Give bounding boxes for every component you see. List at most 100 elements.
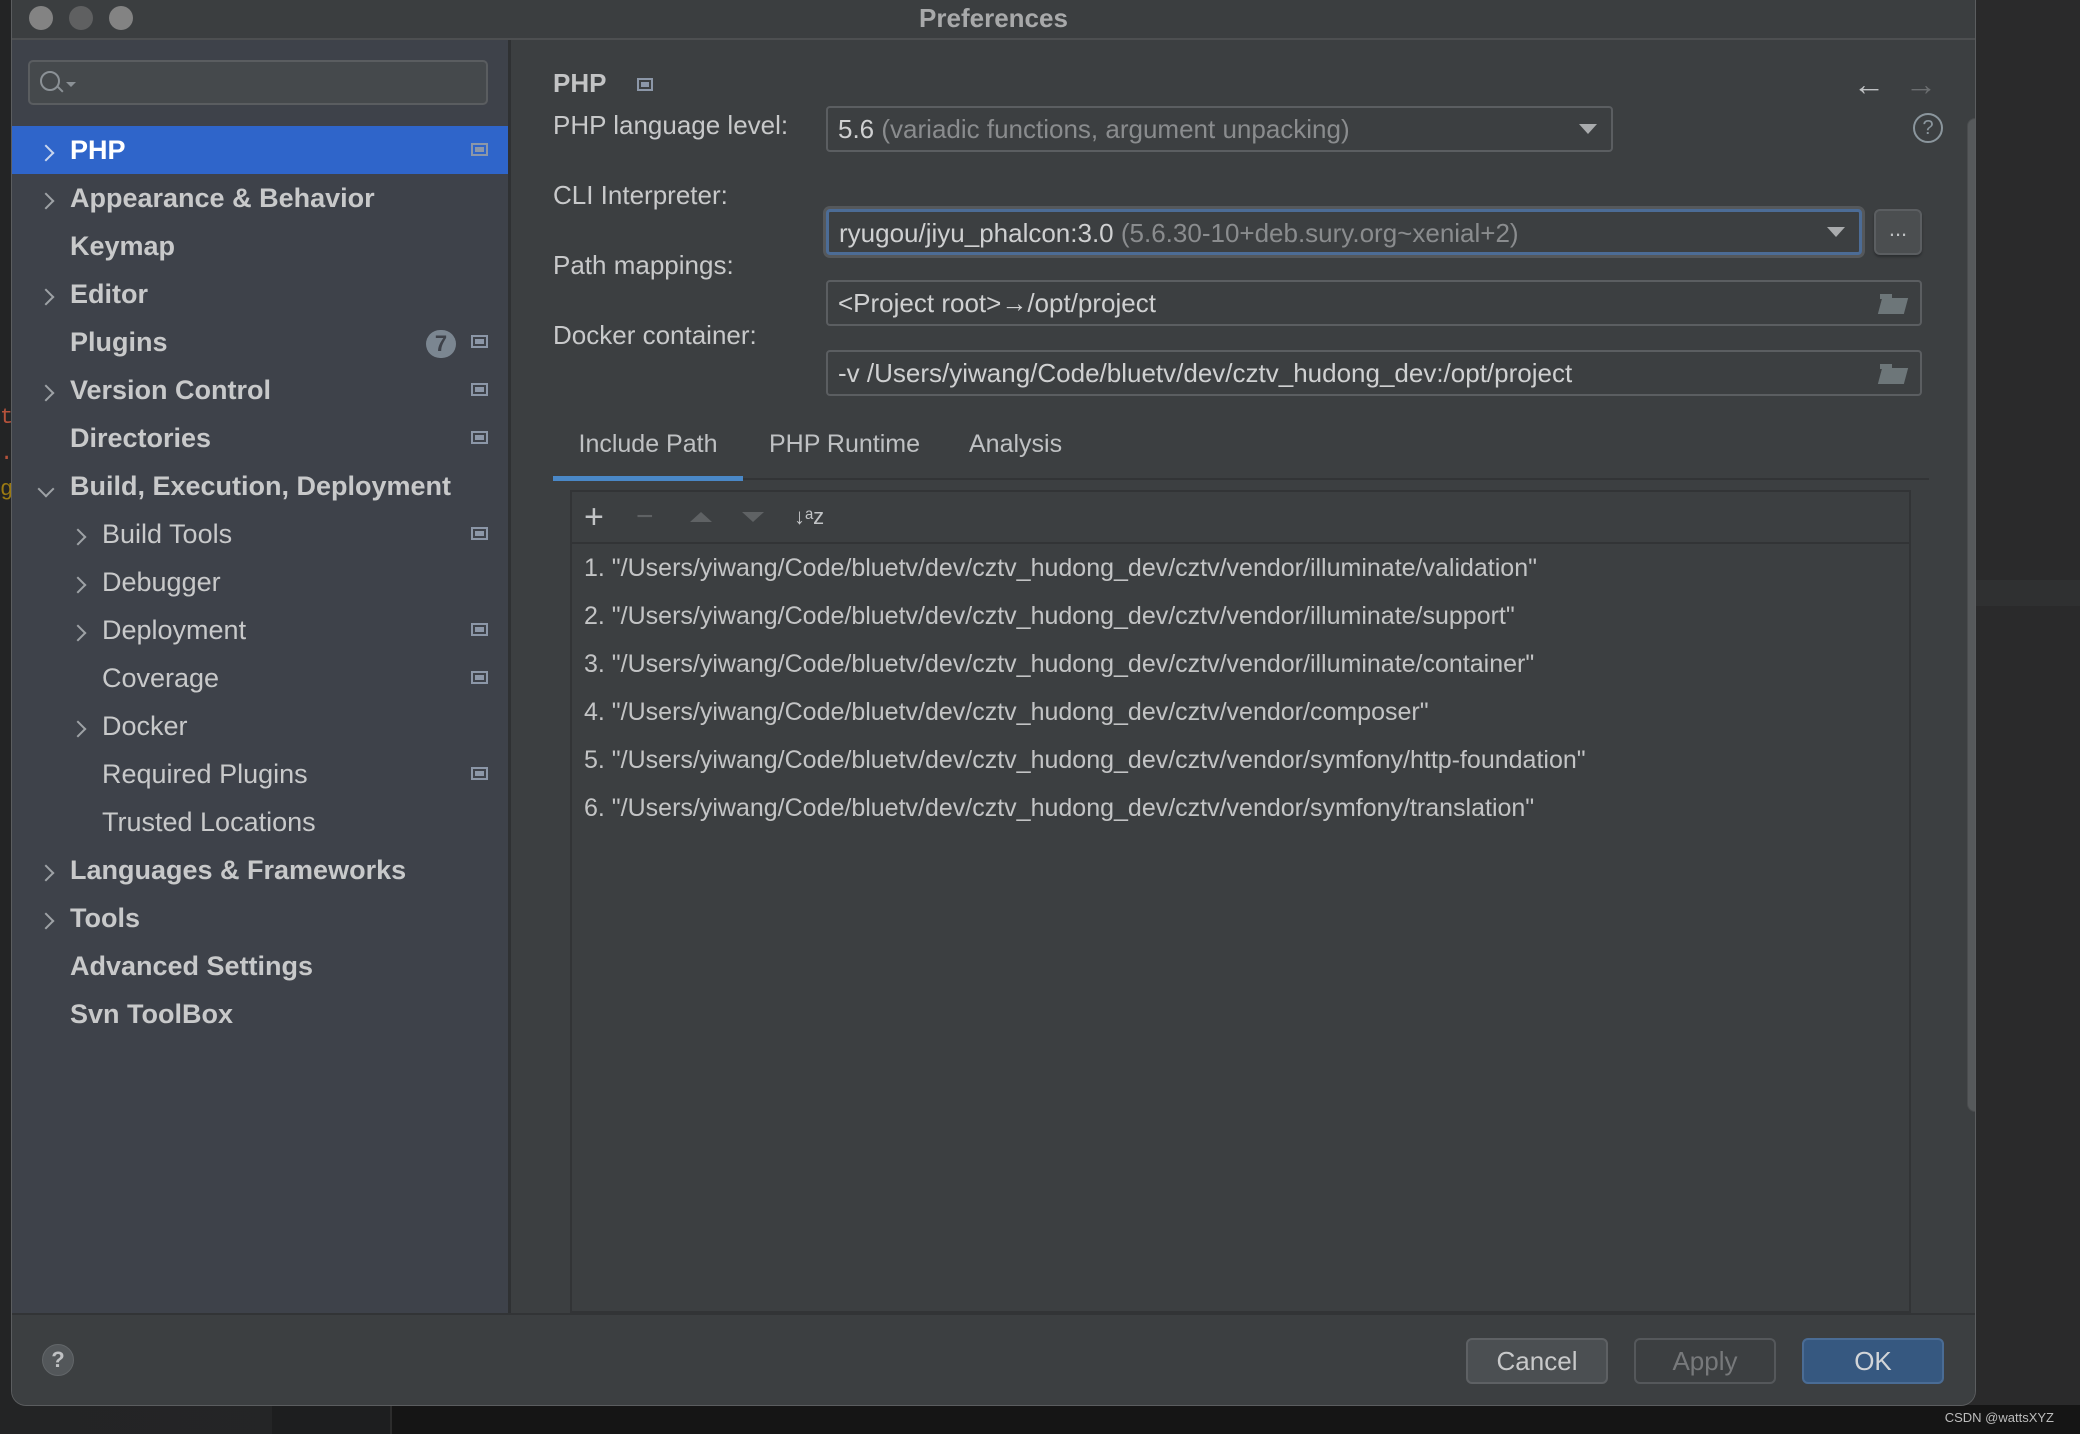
folder-icon[interactable] bbox=[1880, 294, 1908, 314]
tab-include-path[interactable]: Include Path bbox=[553, 422, 743, 481]
apply-button[interactable]: Apply bbox=[1634, 1338, 1776, 1384]
sidebar-item-label: Directories bbox=[70, 423, 212, 453]
language-level-hint: (variadic functions, argument unpacking) bbox=[881, 114, 1350, 144]
include-path-item[interactable]: 4. "/Users/yiwang/Code/bluetv/dev/cztv_h… bbox=[572, 688, 1909, 736]
help-button[interactable]: ? bbox=[42, 1344, 74, 1376]
sidebar-item[interactable]: Required Plugins bbox=[12, 750, 508, 798]
sidebar-item[interactable]: Appearance & Behavior bbox=[12, 174, 508, 222]
chevron-down-icon[interactable] bbox=[34, 462, 58, 510]
preferences-dialog: Preferences PHP Appearance & Behavior Keym… bbox=[12, 0, 1975, 1405]
path-mappings-field[interactable]: <Project root>→/opt/project bbox=[826, 280, 1922, 326]
folder-icon[interactable] bbox=[1880, 364, 1908, 384]
help-icon[interactable]: ? bbox=[1913, 113, 1943, 143]
background-editor-line-highlight bbox=[1975, 580, 2080, 606]
path-mappings-value: <Project root>→/opt/project bbox=[838, 288, 1156, 318]
sidebar-item-label: Deployment bbox=[102, 615, 247, 645]
vertical-scrollbar[interactable] bbox=[1967, 118, 1975, 1112]
settings-sidebar: PHP Appearance & Behavior Keymap Editor Plug… bbox=[12, 40, 511, 1313]
chevron-right-icon[interactable] bbox=[34, 894, 58, 942]
sidebar-item[interactable]: Editor bbox=[12, 270, 508, 318]
project-level-icon bbox=[637, 78, 653, 91]
tab-analysis[interactable]: Analysis bbox=[969, 422, 1062, 476]
sidebar-item[interactable]: Directories bbox=[12, 414, 508, 462]
chevron-right-icon[interactable] bbox=[34, 174, 58, 222]
dialog-footer: ? Cancel Apply OK bbox=[12, 1313, 1975, 1405]
cli-interpreter-select[interactable]: ryugou/jiyu_phalcon:3.0 (5.6.30-10+deb.s… bbox=[826, 209, 1862, 255]
forward-arrow-icon[interactable]: → bbox=[1905, 66, 1937, 103]
docker-container-value: -v /Users/yiwang/Code/bluetv/dev/cztv_hu… bbox=[838, 358, 1573, 388]
move-up-icon[interactable] bbox=[690, 512, 712, 522]
ok-button[interactable]: OK bbox=[1802, 1338, 1944, 1384]
chevron-right-icon[interactable] bbox=[66, 510, 90, 558]
language-level-select[interactable]: 5.6 (variadic functions, argument unpack… bbox=[826, 106, 1613, 152]
include-path-item[interactable]: 5. "/Users/yiwang/Code/bluetv/dev/cztv_h… bbox=[572, 736, 1909, 784]
sidebar-item-label: PHP bbox=[70, 135, 126, 165]
docker-container-label: Docker container: bbox=[553, 320, 757, 350]
path-mappings-label: Path mappings: bbox=[553, 250, 734, 280]
sidebar-item[interactable]: Docker bbox=[12, 702, 508, 750]
chevron-right-icon[interactable] bbox=[66, 558, 90, 606]
watermark: CSDN @wattsXYZ bbox=[1944, 1410, 2054, 1425]
sidebar-item-label: Languages & Frameworks bbox=[70, 855, 407, 885]
project-level-icon bbox=[471, 335, 488, 348]
remove-icon[interactable]: − bbox=[636, 500, 654, 534]
chevron-right-icon[interactable] bbox=[66, 606, 90, 654]
sidebar-item-label: Coverage bbox=[102, 663, 220, 693]
chevron-right-icon[interactable] bbox=[34, 366, 58, 414]
move-down-icon[interactable] bbox=[742, 512, 764, 522]
sidebar-item[interactable]: Languages & Frameworks bbox=[12, 846, 508, 894]
include-path-item[interactable]: 2. "/Users/yiwang/Code/bluetv/dev/cztv_h… bbox=[572, 592, 1909, 640]
include-path-item[interactable]: 1. "/Users/yiwang/Code/bluetv/dev/cztv_h… bbox=[572, 544, 1909, 592]
sidebar-item-label: Debugger bbox=[102, 567, 221, 597]
sidebar-item-label: Trusted Locations bbox=[102, 807, 316, 837]
background-editor-bottom bbox=[272, 1405, 2080, 1434]
sidebar-item[interactable]: Svn ToolBox bbox=[12, 990, 508, 1038]
sidebar-item[interactable]: Debugger bbox=[12, 558, 508, 606]
chevron-right-icon[interactable] bbox=[34, 846, 58, 894]
sidebar-item[interactable]: Trusted Locations bbox=[12, 798, 508, 846]
sidebar-item[interactable]: Keymap bbox=[12, 222, 508, 270]
cli-interpreter-hint: (5.6.30-10+deb.sury.org~xenial+2) bbox=[1120, 218, 1519, 248]
search-history-dropdown-icon[interactable] bbox=[66, 82, 76, 87]
chevron-right-icon[interactable] bbox=[34, 126, 58, 174]
tab-php-runtime[interactable]: PHP Runtime bbox=[769, 422, 920, 476]
sidebar-item-label: Tools bbox=[70, 903, 140, 933]
interpreter-more-button[interactable]: ... bbox=[1874, 209, 1922, 255]
sidebar-item-label: Build, Execution, Deployment bbox=[70, 471, 452, 501]
cancel-button[interactable]: Cancel bbox=[1466, 1338, 1608, 1384]
chevron-right-icon[interactable] bbox=[34, 270, 58, 318]
settings-search-input[interactable] bbox=[28, 60, 488, 105]
docker-container-field[interactable]: -v /Users/yiwang/Code/bluetv/dev/cztv_hu… bbox=[826, 350, 1922, 396]
add-icon[interactable]: + bbox=[584, 500, 604, 534]
sort-alphabetically-icon[interactable]: ↓ᵃz bbox=[794, 500, 824, 534]
sidebar-item-label: Required Plugins bbox=[102, 759, 308, 789]
include-path-toolbar: + − ↓ᵃz bbox=[572, 492, 1909, 544]
language-level-label: PHP language level: bbox=[553, 110, 789, 140]
sidebar-item[interactable]: Plugins 7 bbox=[12, 318, 508, 366]
sidebar-item-label: Svn ToolBox bbox=[70, 999, 234, 1029]
sidebar-item[interactable]: PHP bbox=[12, 126, 508, 174]
sidebar-item[interactable]: Version Control bbox=[12, 366, 508, 414]
sidebar-item-label: Advanced Settings bbox=[70, 951, 314, 981]
project-level-icon bbox=[471, 143, 488, 156]
cli-interpreter-value: ryugou/jiyu_phalcon:3.0 bbox=[839, 218, 1114, 248]
php-settings-panel: PHP ← → PHP language level: 5.6 (variadi… bbox=[511, 40, 1975, 1313]
title-bar: Preferences bbox=[12, 0, 1975, 40]
cli-interpreter-label: CLI Interpreter: bbox=[553, 180, 728, 210]
sidebar-item[interactable]: Tools bbox=[12, 894, 508, 942]
search-icon bbox=[40, 71, 60, 91]
sidebar-item-label: Plugins bbox=[70, 327, 168, 357]
include-path-item[interactable]: 6. "/Users/yiwang/Code/bluetv/dev/cztv_h… bbox=[572, 784, 1909, 832]
sidebar-item[interactable]: Advanced Settings bbox=[12, 942, 508, 990]
chevron-right-icon[interactable] bbox=[66, 702, 90, 750]
background-editor-gutter bbox=[272, 1405, 392, 1434]
sidebar-item[interactable]: Build, Execution, Deployment bbox=[12, 462, 508, 510]
project-level-icon bbox=[471, 431, 488, 444]
sidebar-item[interactable]: Deployment bbox=[12, 606, 508, 654]
sidebar-item-label: Build Tools bbox=[102, 519, 233, 549]
sidebar-item[interactable]: Coverage bbox=[12, 654, 508, 702]
include-path-item[interactable]: 3. "/Users/yiwang/Code/bluetv/dev/cztv_h… bbox=[572, 640, 1909, 688]
back-arrow-icon[interactable]: ← bbox=[1853, 66, 1885, 103]
sidebar-item[interactable]: Build Tools bbox=[12, 510, 508, 558]
sidebar-item-label: Version Control bbox=[70, 375, 272, 405]
